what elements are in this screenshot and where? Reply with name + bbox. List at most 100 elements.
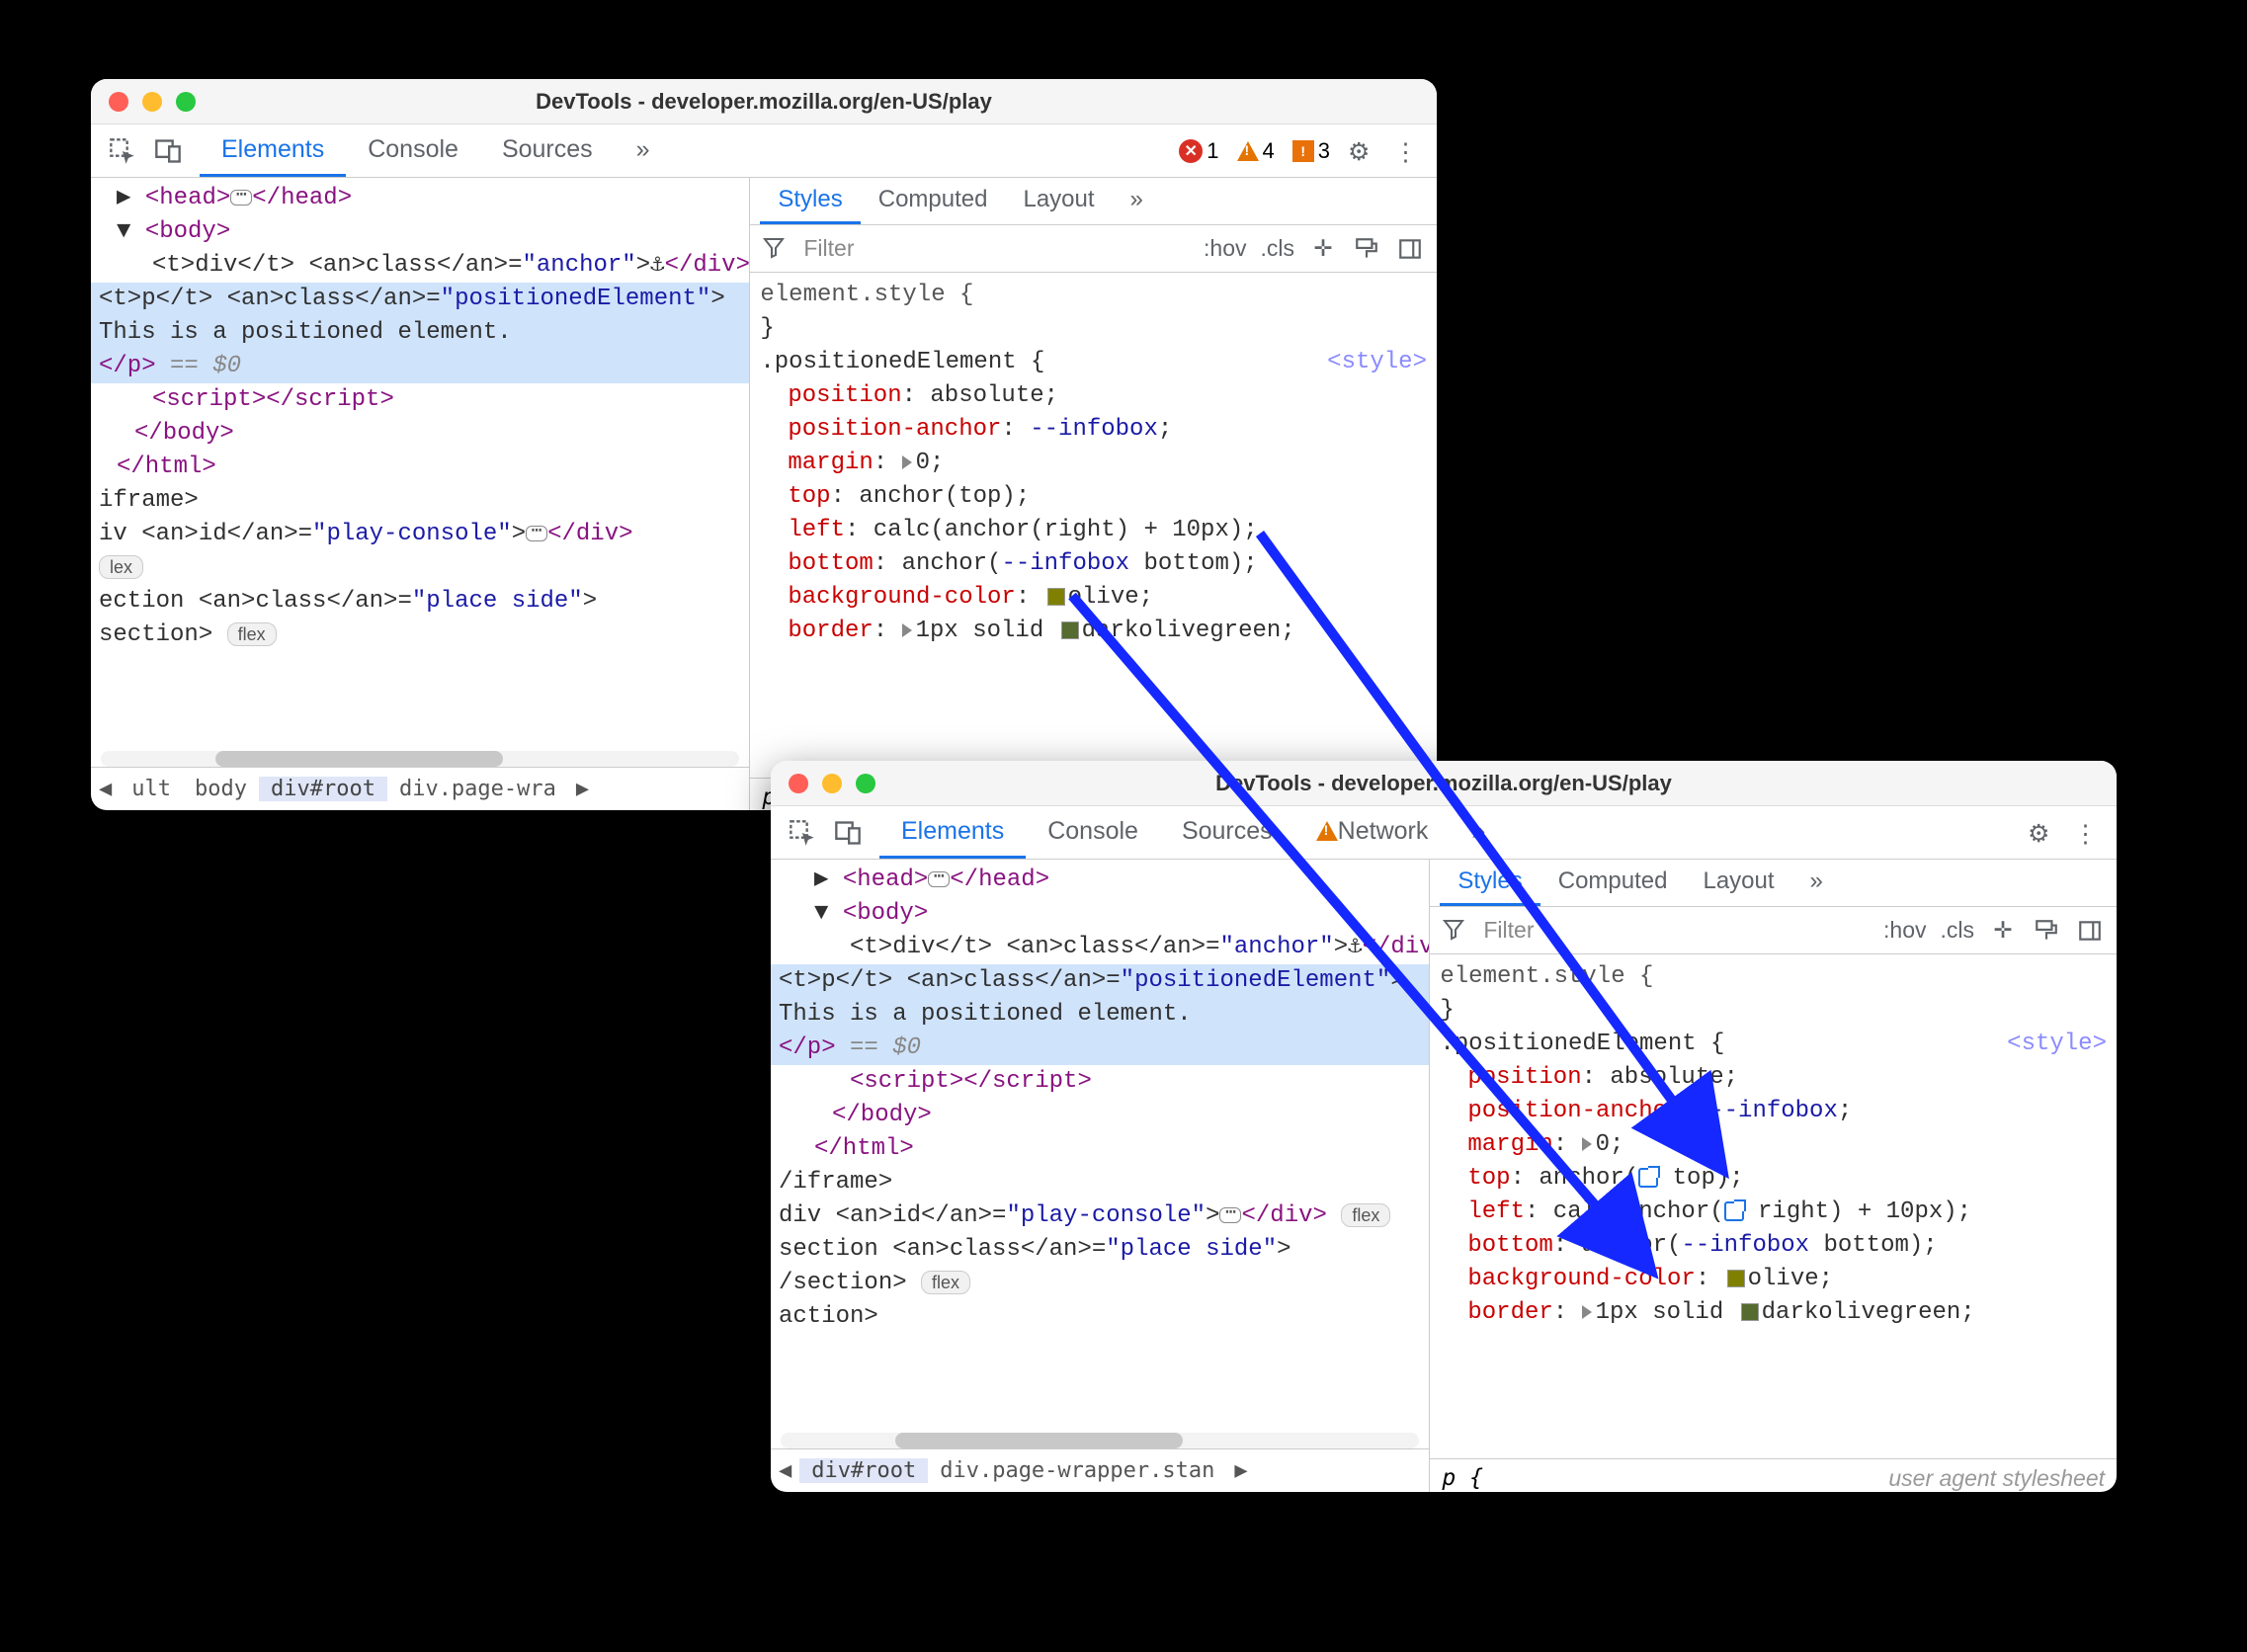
minimize-icon[interactable]	[822, 774, 842, 793]
chevron-icon[interactable]: ▶	[1226, 1458, 1255, 1483]
filter-input[interactable]: Filter	[803, 235, 981, 262]
property-name[interactable]: background-color	[788, 584, 1015, 611]
property-value[interactable]: darkolivegreen	[1082, 618, 1282, 644]
css-declaration[interactable]: background-color: olive;	[1440, 1263, 2107, 1296]
gear-icon[interactable]: ⚙	[2028, 819, 2055, 847]
rule-header[interactable]: .positionedElement {<style>	[1440, 1028, 2107, 1061]
dom-node[interactable]: <script></script>	[99, 383, 749, 417]
property-value[interactable]: calc(anchor(	[1553, 1198, 1724, 1225]
property-value[interactable]: 0	[1596, 1131, 1610, 1158]
property-name[interactable]: position	[788, 382, 901, 409]
property-value[interactable]: anchor(top)	[859, 483, 1015, 510]
link-icon[interactable]	[1724, 1201, 1744, 1221]
breadcrumb-item[interactable]: div.page-wrapper.stan	[928, 1458, 1226, 1483]
paint-icon[interactable]	[2032, 916, 2061, 946]
kebab-icon[interactable]: ⋮	[2073, 819, 2101, 847]
selector[interactable]: .positionedElement {	[760, 346, 1044, 379]
dom-node[interactable]: ▼ <body>	[779, 897, 1429, 931]
filter-icon[interactable]	[762, 235, 790, 263]
more-subtabs-button[interactable]: »	[1792, 860, 1841, 906]
css-declaration[interactable]: position-anchor: --infobox;	[760, 413, 1427, 447]
scrollbar[interactable]	[101, 751, 739, 767]
chevron-icon[interactable]: ▶	[568, 777, 597, 801]
ellipsis-icon[interactable]: ⋯	[230, 190, 252, 206]
css-declaration[interactable]: border: 1px solid darkolivegreen;	[1440, 1296, 2107, 1330]
breadcrumb-item[interactable]: body	[183, 777, 259, 801]
new-style-button[interactable]: ✛	[1308, 234, 1338, 264]
device-icon[interactable]	[834, 819, 862, 847]
property-value[interactable]: --infobox	[1030, 416, 1158, 443]
source-link[interactable]: <style>	[1327, 346, 1427, 379]
property-value[interactable]: anchor(	[1582, 1232, 1682, 1259]
property-value[interactable]: bottom)	[1809, 1232, 1923, 1259]
css-declaration[interactable]: position: absolute;	[1440, 1061, 2107, 1095]
subtab-layout[interactable]: Layout	[1005, 178, 1112, 224]
property-name[interactable]: left	[1467, 1198, 1525, 1225]
css-declaration[interactable]: border: 1px solid darkolivegreen;	[760, 615, 1427, 648]
inspect-icon[interactable]	[789, 819, 816, 847]
breadcrumb-item[interactable]: div#root	[799, 1458, 928, 1483]
dom-node[interactable]: </body>	[779, 1099, 1429, 1132]
hov-toggle[interactable]: :hov	[1883, 917, 1926, 944]
styles-rules[interactable]: element.style {}.positionedElement {<sty…	[1430, 954, 2117, 1458]
property-name[interactable]: position	[1467, 1064, 1581, 1091]
breadcrumb-item[interactable]: ult	[120, 777, 183, 801]
minimize-icon[interactable]	[142, 92, 162, 112]
panel-icon[interactable]	[1395, 234, 1425, 264]
ellipsis-icon[interactable]: ⋯	[1219, 1207, 1241, 1223]
dom-tree[interactable]: ▶ <head>⋯</head>▼ <body><t>div</t> <an>c…	[771, 860, 1429, 1431]
dom-node[interactable]: /iframe>	[779, 1166, 1429, 1199]
dom-node[interactable]: <t>p</t> <an>class</an>="positionedEleme…	[771, 964, 1429, 998]
dom-node[interactable]: This is a positioned element.	[91, 316, 749, 350]
error-count[interactable]: ✕1	[1179, 138, 1218, 164]
footer-selector[interactable]: p {	[1442, 1465, 1483, 1492]
dom-node[interactable]: </p> == $0	[91, 350, 749, 383]
new-style-button[interactable]: ✛	[1988, 916, 2018, 946]
expand-icon[interactable]	[902, 623, 912, 637]
property-value[interactable]: --infobox	[1709, 1098, 1838, 1124]
tab-console[interactable]: Console	[1026, 806, 1160, 859]
css-declaration[interactable]: top: anchor(top);	[760, 480, 1427, 514]
property-value[interactable]: calc(anchor(right) + 10px)	[874, 517, 1243, 543]
property-value[interactable]: --infobox	[1001, 550, 1129, 577]
close-icon[interactable]	[109, 92, 128, 112]
cls-toggle[interactable]: .cls	[1941, 917, 1975, 944]
dom-node[interactable]: </html>	[99, 451, 749, 484]
chevron-icon[interactable]: ◀	[771, 1458, 799, 1483]
dom-node[interactable]: div <an>id</an>="play-console">⋯</div> f…	[779, 1199, 1429, 1233]
element-style-header[interactable]: element.style {	[760, 279, 1427, 312]
property-value[interactable]: right) + 10px)	[1744, 1198, 1957, 1225]
property-name[interactable]: top	[1467, 1165, 1510, 1192]
dom-node[interactable]: <t>p</t> <an>class</an>="positionedEleme…	[91, 283, 749, 316]
dom-node[interactable]: /section> flex	[779, 1267, 1429, 1300]
dom-node[interactable]: </p> == $0	[771, 1032, 1429, 1065]
subtab-layout[interactable]: Layout	[1685, 860, 1791, 906]
dom-node[interactable]: </html>	[779, 1132, 1429, 1166]
tab-network[interactable]: Network	[1294, 806, 1451, 859]
subtab-computed[interactable]: Computed	[1540, 860, 1686, 906]
expand-icon[interactable]	[1582, 1137, 1592, 1151]
property-value[interactable]: 1px solid	[1596, 1299, 1738, 1326]
scrollbar-thumb[interactable]	[895, 1433, 1183, 1448]
property-value[interactable]: anchor(	[902, 550, 1002, 577]
element-style-header[interactable]: element.style {	[1440, 960, 2107, 994]
hov-toggle[interactable]: :hov	[1204, 235, 1246, 262]
property-value[interactable]: --infobox	[1681, 1232, 1809, 1259]
css-declaration[interactable]: top: anchor( top);	[1440, 1162, 2107, 1196]
tab-elements[interactable]: Elements	[879, 806, 1026, 859]
property-value[interactable]: olive	[1068, 584, 1139, 611]
dom-node[interactable]: <t>div</t> <an>class</an>="anchor">⚓</di…	[779, 931, 1429, 964]
property-value[interactable]: 0	[916, 450, 930, 476]
css-declaration[interactable]: background-color: olive;	[760, 581, 1427, 615]
property-name[interactable]: bottom	[1467, 1232, 1552, 1259]
property-name[interactable]: position-anchor	[788, 416, 1001, 443]
rule-header[interactable]: .positionedElement { <style>	[760, 346, 1427, 379]
inspect-icon[interactable]	[109, 137, 136, 165]
property-value[interactable]: top)	[1658, 1165, 1729, 1192]
cls-toggle[interactable]: .cls	[1261, 235, 1295, 262]
property-value[interactable]: olive	[1748, 1266, 1819, 1292]
css-declaration[interactable]: position-anchor: --infobox;	[1440, 1095, 2107, 1128]
breadcrumb[interactable]: ◀ultbodydiv#rootdiv.page-wra▶	[91, 767, 749, 810]
styles-rules[interactable]: element.style {}.positionedElement {<sty…	[750, 273, 1437, 778]
dom-node[interactable]: section> flex	[99, 619, 749, 652]
